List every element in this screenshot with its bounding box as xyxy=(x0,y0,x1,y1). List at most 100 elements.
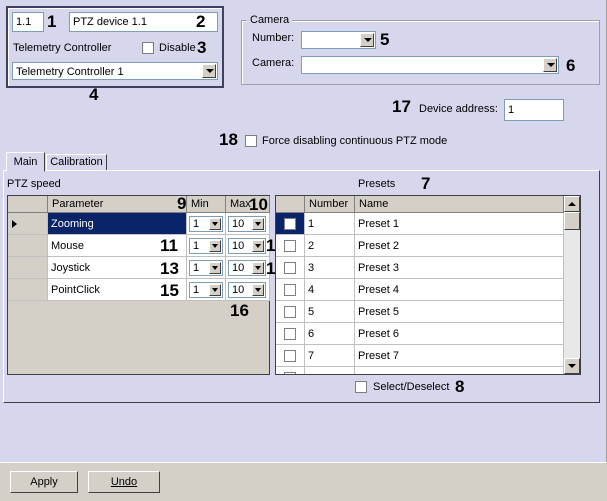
ptz-speed-title: PTZ speed xyxy=(7,178,61,190)
preset-number: 2 xyxy=(305,235,355,257)
callout-18: 18 xyxy=(219,130,238,149)
chevron-down-icon[interactable] xyxy=(252,240,264,252)
tab-calibration[interactable]: Calibration xyxy=(46,154,107,171)
presets-header-check xyxy=(276,196,305,213)
select-deselect-checkbox[interactable] xyxy=(355,381,367,393)
max-speed-value: 10 xyxy=(232,240,245,252)
preset-check-cell xyxy=(276,301,305,323)
chevron-down-icon[interactable] xyxy=(252,262,264,274)
chevron-down-icon[interactable] xyxy=(252,284,264,296)
min-speed-select[interactable]: 1 xyxy=(189,238,223,254)
arrow-up-icon xyxy=(568,202,576,206)
preset-checkbox[interactable] xyxy=(284,240,296,252)
ptz-row-min: 1 xyxy=(187,279,226,301)
presets-scrollbar[interactable] xyxy=(564,196,580,374)
preset-check-cell xyxy=(276,345,305,367)
ptz-header-parameter: Parameter xyxy=(48,196,187,213)
preset-name[interactable]: Preset 4 xyxy=(355,279,564,301)
preset-number: 5 xyxy=(305,301,355,323)
preset-checkbox[interactable] xyxy=(284,350,296,362)
preset-check-cell xyxy=(276,235,305,257)
camera-number-label: Number: xyxy=(252,32,295,44)
apply-button[interactable]: Apply xyxy=(10,471,78,493)
ptz-header-corner xyxy=(8,196,48,213)
callout-9: 9 xyxy=(177,194,187,213)
row-pointer-icon xyxy=(12,220,17,228)
preset-checkbox[interactable] xyxy=(284,218,296,230)
chevron-down-icon[interactable] xyxy=(209,284,221,296)
callout-15: 15 xyxy=(160,281,179,300)
chevron-down-icon[interactable] xyxy=(202,64,216,78)
preset-check-cell xyxy=(276,213,305,235)
chevron-down-icon[interactable] xyxy=(252,218,264,230)
min-speed-value: 1 xyxy=(193,218,200,230)
callout-6: 6 xyxy=(566,56,576,75)
row-indicator[interactable] xyxy=(8,213,48,235)
max-speed-select[interactable]: 10 xyxy=(228,238,266,254)
max-speed-select[interactable]: 10 xyxy=(228,260,266,276)
max-speed-select[interactable]: 10 xyxy=(228,282,266,298)
min-speed-select[interactable]: 1 xyxy=(189,216,223,232)
preset-name[interactable]: Preset 5 xyxy=(355,301,564,323)
scroll-down-button[interactable] xyxy=(564,358,580,374)
preset-number: 4 xyxy=(305,279,355,301)
device-address-field[interactable]: 1 xyxy=(504,99,564,121)
preset-checkbox[interactable] xyxy=(284,306,296,318)
presets-header-name: Name xyxy=(355,196,564,213)
max-speed-value: 10 xyxy=(232,262,245,274)
row-indicator[interactable] xyxy=(8,257,48,279)
preset-check-cell xyxy=(276,323,305,345)
row-indicator[interactable] xyxy=(8,279,48,301)
chevron-down-icon[interactable] xyxy=(209,262,221,274)
callout-13: 13 xyxy=(160,259,179,278)
preset-name[interactable]: Preset 2 xyxy=(355,235,564,257)
force-disable-checkbox[interactable] xyxy=(245,135,257,147)
callout-4: 4 xyxy=(89,85,99,104)
camera-number-select[interactable] xyxy=(301,31,376,49)
ptz-row-min: 1 xyxy=(187,213,226,235)
chevron-down-icon[interactable] xyxy=(360,33,374,47)
scroll-up-button[interactable] xyxy=(564,196,580,212)
preset-name[interactable]: Preset 3 xyxy=(355,257,564,279)
min-speed-value: 1 xyxy=(193,240,200,252)
max-speed-value: 10 xyxy=(232,284,245,296)
preset-checkbox[interactable] xyxy=(284,262,296,274)
preset-name xyxy=(355,367,564,374)
presets-grid: Number Name 1 Preset 1 2 Preset 2 3 Pres… xyxy=(275,195,581,375)
camera-select[interactable] xyxy=(301,56,559,74)
camera-group-title: Camera xyxy=(247,14,293,26)
preset-checkbox[interactable] xyxy=(284,372,296,374)
preset-name[interactable]: Preset 1 xyxy=(355,213,564,235)
ptz-row-min: 1 xyxy=(187,257,226,279)
ptz-row-parameter-selected[interactable]: Zooming xyxy=(48,213,187,235)
undo-button[interactable]: Undo xyxy=(88,471,160,493)
preset-name[interactable]: Preset 6 xyxy=(355,323,564,345)
max-speed-select[interactable]: 10 xyxy=(228,216,266,232)
telemetry-controller-value: Telemetry Controller 1 xyxy=(16,66,124,78)
preset-number xyxy=(305,367,355,374)
min-speed-select[interactable]: 1 xyxy=(189,260,223,276)
ptz-header-min: Min xyxy=(187,196,226,213)
preset-checkbox[interactable] xyxy=(284,328,296,340)
preset-checkbox[interactable] xyxy=(284,284,296,296)
scroll-thumb[interactable] xyxy=(564,212,580,230)
ptz-row-min: 1 xyxy=(187,235,226,257)
tab-main[interactable]: Main xyxy=(6,152,45,172)
min-speed-select[interactable]: 1 xyxy=(189,282,223,298)
presets-title: Presets xyxy=(358,178,396,190)
chevron-down-icon[interactable] xyxy=(209,240,221,252)
chevron-down-icon[interactable] xyxy=(209,218,221,230)
chevron-down-icon[interactable] xyxy=(543,58,557,72)
device-id-field[interactable]: 1.1 xyxy=(12,12,44,32)
telemetry-controller-select[interactable]: Telemetry Controller 1 xyxy=(12,62,218,80)
callout-8: 8 xyxy=(455,377,465,396)
force-disable-label: Force disabling continuous PTZ mode xyxy=(262,135,448,147)
preset-name[interactable]: Preset 7 xyxy=(355,345,564,367)
ptz-row-max: 10 xyxy=(226,257,270,279)
disable-checkbox[interactable] xyxy=(142,42,154,54)
ptz-row-max: 10 xyxy=(226,235,270,257)
row-indicator[interactable] xyxy=(8,235,48,257)
select-deselect-label: Select/Deselect xyxy=(373,381,450,393)
ptz-row-max: 10 xyxy=(226,213,270,235)
disable-label: Disable xyxy=(159,42,196,54)
